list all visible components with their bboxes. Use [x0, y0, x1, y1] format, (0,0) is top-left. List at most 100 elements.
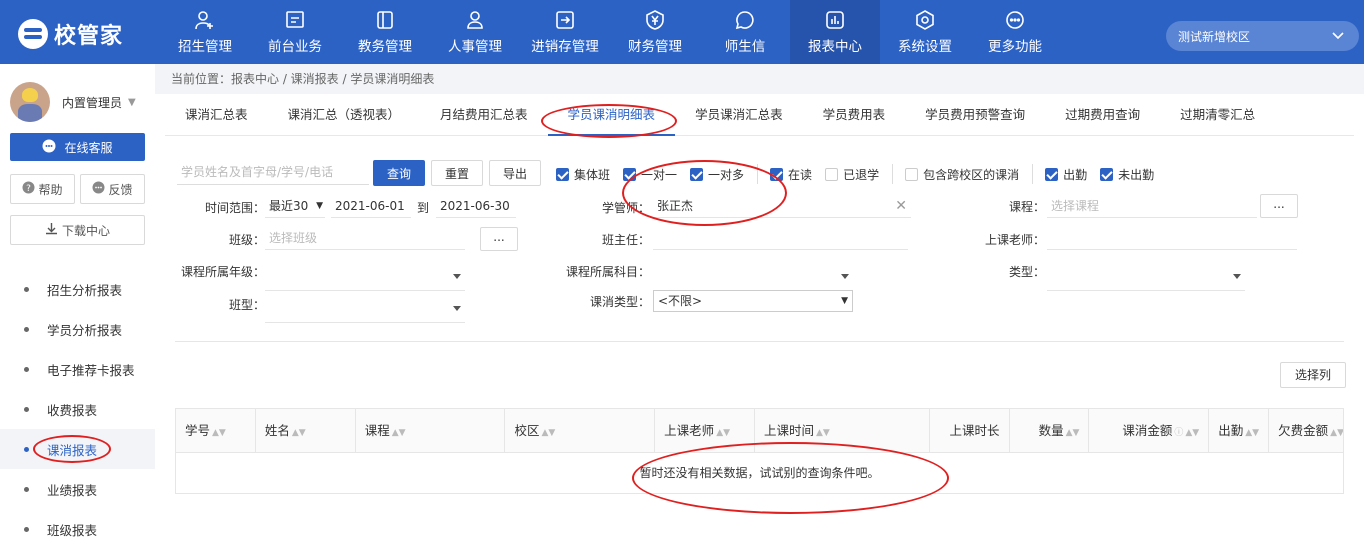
- tab-expired-reset[interactable]: 过期清零汇总: [1160, 98, 1275, 136]
- date-to-input[interactable]: 2021-06-30: [436, 194, 516, 218]
- campus-selector[interactable]: 测试新增校区: [1166, 21, 1359, 51]
- head-teacher-label: 班主任：: [601, 233, 650, 247]
- course-input[interactable]: 选择课程: [1047, 194, 1257, 218]
- nav-item-academic[interactable]: 教务管理: [340, 0, 430, 64]
- bullet-icon: [24, 326, 29, 332]
- export-button[interactable]: 导出: [489, 160, 542, 186]
- course-picker-button[interactable]: ...: [1260, 194, 1298, 218]
- caret-down-icon: [841, 274, 849, 279]
- col-campus[interactable]: 校区 ▲▼: [505, 409, 656, 453]
- nav-item-hr[interactable]: 人事管理: [430, 0, 520, 64]
- logo-icon: [18, 19, 48, 49]
- nav-item-reports[interactable]: 报表中心: [790, 0, 880, 64]
- tab-fee-warning[interactable]: 学员费用预警查询: [905, 98, 1045, 136]
- date-from-input[interactable]: 2021-06-01: [331, 194, 411, 218]
- time-range-select[interactable]: 最近30 ▼: [265, 194, 325, 218]
- feedback-button[interactable]: 反馈: [80, 174, 145, 204]
- menu-item-class-report[interactable]: 班级报表: [0, 509, 155, 549]
- reset-button[interactable]: 重置: [431, 160, 484, 186]
- tab-student-consumption-summary[interactable]: 学员课消汇总表: [675, 98, 803, 136]
- col-duration: 上课时长: [930, 409, 1010, 453]
- subject-select[interactable]: [653, 263, 853, 291]
- col-label: 数量: [1038, 423, 1064, 438]
- menu-item-performance-report[interactable]: 业绩报表: [0, 469, 155, 509]
- yen-shield-icon: [645, 9, 665, 30]
- sort-icon: ▲▼: [541, 428, 556, 438]
- col-course[interactable]: 课程 ▲▼: [356, 409, 506, 453]
- checkbox-cross-campus[interactable]: 包含跨校区的课消: [905, 166, 1019, 183]
- caret-down-icon: [1233, 274, 1241, 279]
- col-arrears[interactable]: 欠费金额 ▲▼: [1269, 409, 1343, 453]
- sort-icon: ▲▼: [391, 428, 406, 438]
- consume-type-label: 课消类型：: [589, 295, 650, 309]
- sort-icon: ▲▼: [716, 428, 731, 438]
- col-label: 上课时长: [949, 423, 1000, 438]
- checkbox-withdrawn[interactable]: 已退学: [825, 166, 879, 183]
- help-button[interactable]: ? 帮助: [10, 174, 75, 204]
- col-student-id[interactable]: 学号 ▲▼: [176, 409, 256, 453]
- nav-item-messages[interactable]: 师生信: [700, 0, 790, 64]
- time-range-value: 最近30: [269, 199, 309, 213]
- checkbox-attended[interactable]: 出勤: [1045, 166, 1087, 183]
- class-input[interactable]: 选择班级: [265, 226, 465, 250]
- annotation-circle: [33, 435, 111, 463]
- choose-columns-button[interactable]: 选择列: [1280, 362, 1346, 388]
- col-label: 姓名: [264, 423, 290, 438]
- download-center-button[interactable]: 下载中心: [10, 215, 145, 245]
- col-attendance[interactable]: 出勤 ▲▼: [1209, 409, 1270, 453]
- grade-select[interactable]: [265, 263, 465, 291]
- menu-item-enrollment-report[interactable]: 招生分析报表: [0, 269, 155, 309]
- tab-monthly-summary[interactable]: 月结费用汇总表: [420, 98, 548, 136]
- tab-consumption-summary[interactable]: 课消汇总表: [165, 98, 268, 136]
- nav-item-inventory[interactable]: 进销存管理: [520, 0, 610, 64]
- breadcrumb: 当前位置：报表中心 / 课消报表 / 学员课消明细表: [155, 64, 1364, 94]
- nav-item-more[interactable]: 更多功能: [970, 0, 1060, 64]
- online-service-button[interactable]: 在线客服: [10, 133, 145, 161]
- consume-type-select[interactable]: <不限> ▼: [653, 290, 853, 312]
- class-picker-button[interactable]: ...: [480, 227, 518, 251]
- checkbox-group-class[interactable]: 集体班: [556, 166, 610, 183]
- logo[interactable]: 校管家: [18, 18, 123, 50]
- sidebar: 内置管理员 ▼ 在线客服 ? 帮助 反馈 下载中心 招生分析报表 学员分析报表 …: [0, 64, 155, 560]
- report-menu: 招生分析报表 学员分析报表 电子推荐卡报表 收费报表 课消报表 业绩报表 班级报…: [0, 269, 155, 549]
- checkbox-label: 集体班: [574, 167, 611, 182]
- comment-icon: [92, 181, 105, 197]
- nav-item-frontdesk[interactable]: 前台业务: [250, 0, 340, 64]
- sort-icon: ▲▼: [816, 428, 830, 438]
- online-service-label: 在线客服: [64, 140, 113, 155]
- divider: [175, 341, 1344, 342]
- tab-consumption-pivot[interactable]: 课消汇总（透视表）: [268, 98, 421, 136]
- user-profile[interactable]: 内置管理员 ▼: [10, 82, 136, 122]
- help-circle-icon[interactable]: ⓘ: [1174, 428, 1183, 438]
- tab-student-fees[interactable]: 学员费用表: [803, 98, 906, 136]
- col-name[interactable]: 姓名 ▲▼: [256, 409, 356, 453]
- nav-item-settings[interactable]: 系统设置: [880, 0, 970, 64]
- student-search-input[interactable]: 学员姓名及首字母/学号/电话: [177, 161, 369, 185]
- chat-bubble-icon: [42, 139, 56, 156]
- menu-item-label: 电子推荐卡报表: [47, 362, 135, 378]
- class-type-label: 班型：: [228, 298, 265, 312]
- nav-item-enrollment[interactable]: 招生管理: [160, 0, 250, 64]
- caret-down-icon: [453, 274, 461, 279]
- checkbox-unchecked-icon: [825, 167, 839, 181]
- menu-item-student-report[interactable]: 学员分析报表: [0, 309, 155, 349]
- teacher-input[interactable]: [1047, 226, 1297, 250]
- divider: [892, 164, 894, 184]
- menu-item-label: 业绩报表: [47, 482, 98, 498]
- menu-item-referral-report[interactable]: 电子推荐卡报表: [0, 349, 155, 389]
- col-quantity[interactable]: 数量 ▲▼: [1010, 409, 1090, 453]
- type-select[interactable]: [1047, 263, 1245, 291]
- divider: [1032, 164, 1034, 184]
- tab-expired-fees[interactable]: 过期费用查询: [1045, 98, 1160, 136]
- caret-down-icon: ▼: [841, 296, 848, 306]
- search-toolbar: 学员姓名及首字母/学号/电话 查询 重置 导出: [177, 160, 542, 186]
- nav-item-finance[interactable]: 财务管理: [610, 0, 700, 64]
- checkbox-absent[interactable]: 未出勤: [1100, 166, 1154, 183]
- query-button[interactable]: 查询: [373, 160, 426, 186]
- subject-label: 课程所属科目：: [565, 265, 650, 279]
- menu-item-fee-report[interactable]: 收费报表: [0, 389, 155, 429]
- head-teacher-input[interactable]: [653, 226, 908, 250]
- col-consumption-amount[interactable]: 课消金额 ⓘ ▲▼: [1089, 409, 1210, 453]
- class-type-select[interactable]: [265, 295, 465, 323]
- clear-icon[interactable]: ✕: [895, 194, 907, 218]
